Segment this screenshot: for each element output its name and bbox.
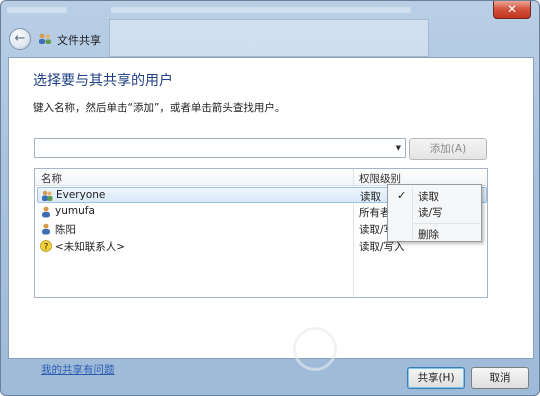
background-blur [111,7,411,13]
cancel-button[interactable]: 取消 [471,367,529,389]
share-button[interactable]: 共享(H) [407,367,465,389]
watermark-logo-icon [293,327,337,371]
menu-item-read[interactable]: 读取 [418,189,439,204]
user-name-input[interactable] [38,140,388,156]
back-button[interactable]: ← [9,28,31,50]
menu-separator [414,223,480,224]
user-icon [42,223,50,235]
background-blur [7,7,67,13]
group-icon [42,190,53,201]
menu-item-remove[interactable]: 删除 [418,227,439,242]
user-name-combobox[interactable]: ▼ [34,138,406,158]
page-heading: 选择要与其共享的用户 [33,73,173,89]
window-title: 文件共享 [57,34,101,47]
menu-icon-strip [412,187,413,239]
user-name: <未知联系人> [55,241,126,253]
user-name: 陈阳 [55,224,76,236]
svg-text:?: ? [44,243,49,253]
permission-value: 所有者 [359,207,391,219]
sharing-help-link[interactable]: 我的共享有问题 [41,362,115,377]
column-header-name[interactable]: 名称 [41,171,62,186]
permission-value: 读取 [360,191,381,203]
back-arrow-icon: ← [14,31,26,46]
dropdown-arrow-icon[interactable]: ▼ [396,144,401,152]
close-icon: ✕ [506,2,518,16]
close-button[interactable]: ✕ [493,1,531,19]
user-name: Everyone [56,189,106,201]
permission-menu: ✓ 读取 读/写 删除 [387,184,482,242]
user-icon [42,206,50,218]
user-name: yumufa [55,205,95,217]
add-button[interactable]: 添加(A) [409,138,487,160]
share-users-icon [39,33,51,44]
menu-item-read-write[interactable]: 读/写 [418,205,443,220]
unknown-user-icon: ? [40,240,52,252]
instruction-text: 键入名称，然后单击“添加”，或者单击箭头查找用户。 [33,102,286,114]
checkmark-icon: ✓ [397,189,407,202]
window-frame: ✕ ← 文件共享 选择要与其共享的用户 键入名称，然后单击“添加”，或者单击箭头… [0,0,540,396]
background-window [109,19,429,57]
